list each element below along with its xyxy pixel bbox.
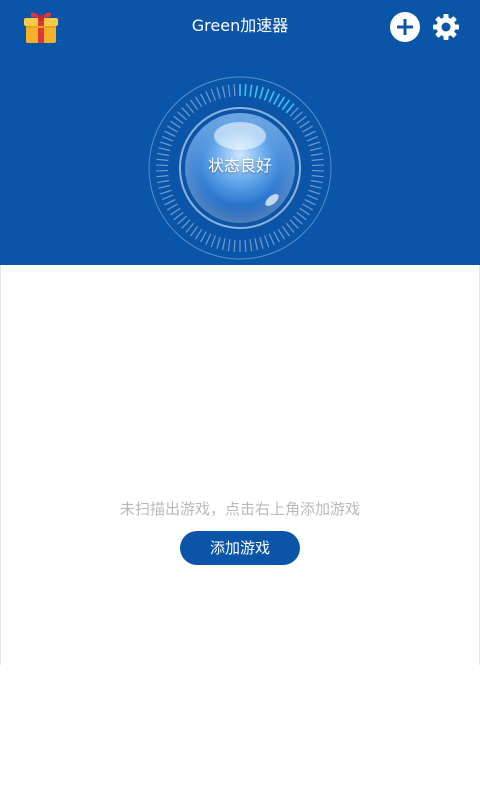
- gauge-tick: [181, 219, 191, 229]
- gauge-tick: [185, 103, 195, 114]
- gauge-tick: [277, 228, 286, 240]
- left-divider: [0, 265, 1, 665]
- gauge-tick: [308, 189, 321, 195]
- gauge-tick: [159, 189, 172, 195]
- status-label: 状态良好: [207, 156, 272, 175]
- gauge-tick: [161, 194, 174, 201]
- gauge-tick: [156, 174, 169, 178]
- gauge-tick-active: [263, 88, 270, 101]
- gauge-tick: [156, 158, 169, 162]
- gauge-tick-active: [281, 99, 291, 111]
- gauge-tick-active: [273, 93, 281, 105]
- gauge-tick: [233, 84, 236, 97]
- gauge-tick: [216, 87, 221, 99]
- add-game-button[interactable]: 添加游戏: [180, 531, 300, 565]
- gauge-tick: [205, 233, 212, 245]
- gauge-tick: [177, 215, 187, 225]
- gauge-tick: [159, 141, 172, 147]
- gauge-tick: [190, 99, 199, 111]
- gauge-tick: [296, 115, 307, 125]
- gauge-tick: [259, 237, 264, 249]
- gauge-tick: [304, 130, 316, 137]
- gauge-tick: [173, 211, 184, 221]
- gauge-tick: [299, 120, 310, 129]
- gauge-tick: [210, 88, 216, 101]
- gauge-tick: [227, 239, 231, 252]
- gauge-tick-active: [254, 85, 259, 98]
- gauge-tick: [293, 111, 303, 121]
- gauge-tick: [194, 228, 203, 240]
- gauge-tick: [200, 93, 207, 105]
- gauge-tick: [227, 84, 231, 97]
- gauge-tick: [158, 184, 171, 189]
- gauge-tick-active: [259, 87, 264, 100]
- gauge-tick: [170, 120, 181, 129]
- gear-icon[interactable]: [431, 12, 461, 42]
- main-content: 未扫描出游戏，点击右上角添加游戏 添加游戏: [0, 265, 480, 800]
- gauge-tick: [302, 125, 314, 133]
- gauge-tick: [296, 211, 307, 221]
- gauge-tick-active: [249, 84, 253, 97]
- gauge-tick: [249, 239, 253, 252]
- gauge-tick: [177, 111, 187, 121]
- gauge-tick: [173, 115, 184, 125]
- gauge-tick: [221, 238, 226, 251]
- gauge-tick: [302, 203, 314, 211]
- gauge-tick-active: [268, 90, 275, 103]
- gauge-tick: [200, 231, 207, 243]
- gauge-tick: [311, 174, 324, 178]
- gauge-tick: [293, 215, 303, 225]
- gauge-tick: [285, 222, 295, 233]
- gauge-tick: [244, 239, 247, 252]
- gauge-tick: [304, 199, 316, 206]
- gauge-tick: [299, 207, 310, 216]
- plus-circle-icon[interactable]: [390, 12, 420, 42]
- gauge-tick: [170, 207, 181, 216]
- gauge-tick: [289, 219, 299, 229]
- gauge-tick: [306, 194, 319, 201]
- gauge-tick: [210, 235, 216, 248]
- gauge-tick: [273, 231, 280, 243]
- gauge-tick: [185, 222, 195, 233]
- gauge-tick: [190, 225, 199, 237]
- gauge-tick: [233, 239, 236, 252]
- gauge-tick: [164, 199, 176, 206]
- gauge-tick: [308, 141, 321, 147]
- gauge-tick: [161, 135, 174, 142]
- gauge-tick: [166, 125, 178, 133]
- gauge-tick: [254, 238, 259, 251]
- gauge-tick: [166, 203, 178, 211]
- gauge-tick: [281, 225, 290, 237]
- header-panel: Green加速器 状态良好: [0, 0, 480, 265]
- gauge-tick: [311, 158, 324, 162]
- gauge-tick: [221, 85, 226, 98]
- gauge-tick-active: [285, 103, 295, 114]
- gauge-tick: [268, 233, 275, 245]
- gauge-tick: [181, 107, 191, 117]
- app-screen: Green加速器 状态良好 未扫描出游戏，点击右上角添加游戏 添加游戏: [0, 0, 480, 800]
- empty-state-message: 未扫描出游戏，点击右上角添加游戏: [119, 500, 360, 518]
- gauge-tick: [310, 179, 323, 184]
- gauge-tick-active: [277, 96, 286, 108]
- gauge-tick: [216, 237, 221, 249]
- gauge-tick: [194, 96, 203, 108]
- gauge-tick: [157, 179, 170, 184]
- gauge-tick: [309, 184, 322, 189]
- gauge-tick: [310, 152, 323, 157]
- gauge-tick-active: [244, 84, 247, 97]
- gauge-tick: [205, 91, 212, 103]
- gauge-tick: [157, 152, 170, 157]
- gauge-tick: [306, 135, 319, 142]
- gauge-tick: [289, 107, 299, 117]
- gauge-tick: [164, 130, 176, 137]
- gauge-tick: [309, 147, 322, 152]
- gauge-tick: [158, 147, 171, 152]
- gauge-tick: [264, 235, 270, 248]
